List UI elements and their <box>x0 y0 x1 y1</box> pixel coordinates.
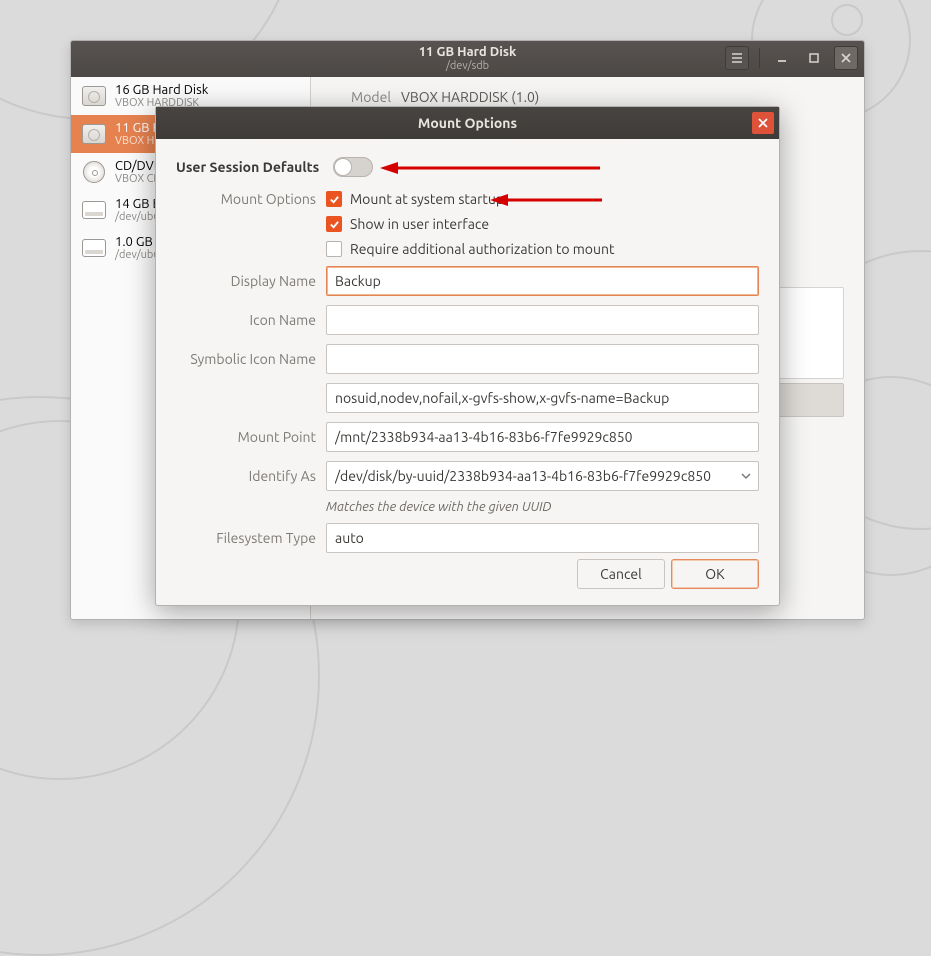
identify-as-label: Identify As <box>176 468 316 484</box>
mount-point-label: Mount Point <box>176 429 316 445</box>
mount-options-string-input[interactable] <box>326 383 759 413</box>
window-header: 11 GB Hard Disk /dev/sdb <box>71 41 864 77</box>
sidebar-item-title: 14 GB B <box>115 197 161 211</box>
filesystem-type-input[interactable] <box>326 523 759 553</box>
user-session-defaults-toggle[interactable] <box>333 157 373 177</box>
dialog-header: Mount Options <box>156 107 779 139</box>
display-name-input[interactable] <box>326 266 759 296</box>
mount-options-dialog: Mount Options User Session Defaults Moun… <box>155 106 780 606</box>
maximize-button[interactable] <box>802 46 826 70</box>
filesystem-type-label: Filesystem Type <box>176 530 316 546</box>
minimize-button[interactable] <box>770 46 794 70</box>
model-label: Model <box>331 89 391 105</box>
mount-at-startup-label: Mount at system startup <box>350 191 504 207</box>
sidebar-item-title: 16 GB Hard Disk <box>115 83 208 97</box>
user-session-defaults-label: User Session Defaults <box>176 159 319 175</box>
mount-options-label: Mount Options <box>176 191 316 207</box>
mount-at-startup-checkbox[interactable] <box>326 191 342 207</box>
symbolic-icon-name-input[interactable] <box>326 344 759 374</box>
dialog-title: Mount Options <box>418 115 517 131</box>
cd-icon <box>83 161 105 183</box>
hamburger-menu-button[interactable] <box>725 46 749 70</box>
hdd-icon <box>82 124 106 144</box>
dialog-close-button[interactable] <box>752 112 774 134</box>
require-auth-label: Require additional authorization to moun… <box>350 241 615 257</box>
icon-name-input[interactable] <box>326 305 759 335</box>
model-value: VBOX HARDDISK (1.0) <box>401 89 539 105</box>
identify-as-select[interactable] <box>326 461 759 491</box>
block-device-icon <box>82 239 106 257</box>
require-auth-checkbox[interactable] <box>326 241 342 257</box>
display-name-label: Display Name <box>176 273 316 289</box>
icon-name-label: Icon Name <box>176 312 316 328</box>
mount-point-input[interactable] <box>326 422 759 452</box>
ok-button[interactable]: OK <box>671 559 759 589</box>
show-in-ui-checkbox[interactable] <box>326 216 342 232</box>
hdd-icon <box>82 86 106 106</box>
identify-as-hint: Matches the device with the given UUID <box>326 500 759 514</box>
symbolic-icon-name-label: Symbolic Icon Name <box>176 351 316 367</box>
show-in-ui-label: Show in user interface <box>350 216 489 232</box>
block-device-icon <box>82 201 106 219</box>
sidebar-item-sub: /dev/ubu <box>115 211 161 223</box>
cancel-button[interactable]: Cancel <box>577 559 665 589</box>
window-close-button[interactable] <box>834 46 858 70</box>
